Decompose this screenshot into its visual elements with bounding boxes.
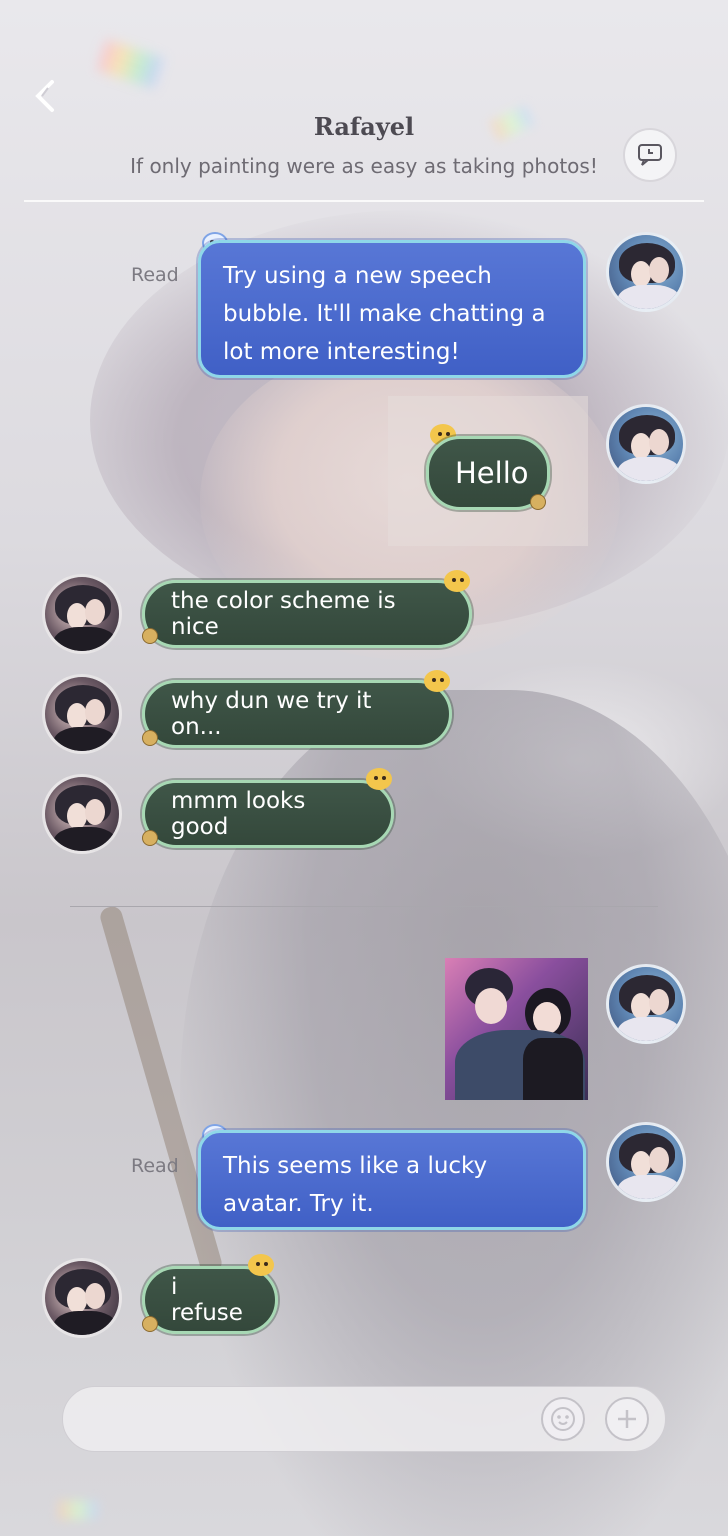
chat-title: Rafayel: [313, 112, 415, 141]
message-text: i refuse: [171, 1274, 243, 1326]
message-bubble[interactable]: the color scheme is nice: [142, 580, 472, 648]
add-button[interactable]: [605, 1397, 649, 1441]
avatar[interactable]: [42, 774, 122, 854]
chat-history-button[interactable]: [623, 128, 677, 182]
duck-sticker-icon: [362, 762, 396, 792]
avatar[interactable]: [606, 964, 686, 1044]
duck-sticker-icon: [420, 664, 454, 694]
message-text: Hello: [455, 456, 529, 490]
chat-subtitle: If only painting were as easy as taking …: [130, 154, 598, 178]
avatar[interactable]: [606, 404, 686, 484]
time-divider: [70, 906, 658, 907]
clock-icon: [142, 830, 158, 846]
avatar[interactable]: [42, 674, 122, 754]
message-bubble[interactable]: mmm looks good: [142, 780, 394, 848]
avatar[interactable]: [42, 1258, 122, 1338]
duck-sticker-icon: [440, 564, 474, 594]
back-button[interactable]: [32, 78, 60, 114]
emoji-button[interactable]: [541, 1397, 585, 1441]
read-status: Read: [131, 1155, 179, 1177]
message-bubble[interactable]: This seems like a lucky avatar. Try it.: [198, 1130, 586, 1230]
chat-history-icon: [638, 144, 662, 166]
message-text: why dun we try it on...: [171, 688, 372, 740]
message-text: Try using a new speech bubble. It'll mak…: [223, 263, 546, 365]
emoji-icon: [551, 1407, 575, 1431]
message-input[interactable]: [87, 1401, 531, 1439]
message-bubble[interactable]: why dun we try it on...: [142, 680, 452, 748]
plus-icon: [618, 1410, 636, 1428]
message-input-bar: [62, 1386, 666, 1452]
clock-icon: [142, 1316, 158, 1332]
message-bubble[interactable]: Try using a new speech bubble. It'll mak…: [198, 240, 586, 378]
duck-sticker-icon: [244, 1248, 278, 1278]
clock-icon: [142, 628, 158, 644]
clock-icon: [530, 494, 546, 510]
header-divider: [24, 200, 704, 202]
clock-icon: [142, 730, 158, 746]
message-text: This seems like a lucky avatar. Try it.: [223, 1153, 488, 1217]
avatar[interactable]: [42, 574, 122, 654]
chevron-left-icon: [35, 80, 54, 112]
shared-photo[interactable]: [445, 958, 588, 1100]
avatar[interactable]: [606, 1122, 686, 1202]
message-text: mmm looks good: [171, 788, 306, 840]
message-text: the color scheme is nice: [171, 588, 396, 640]
read-status: Read: [131, 264, 179, 286]
avatar[interactable]: [606, 232, 686, 312]
